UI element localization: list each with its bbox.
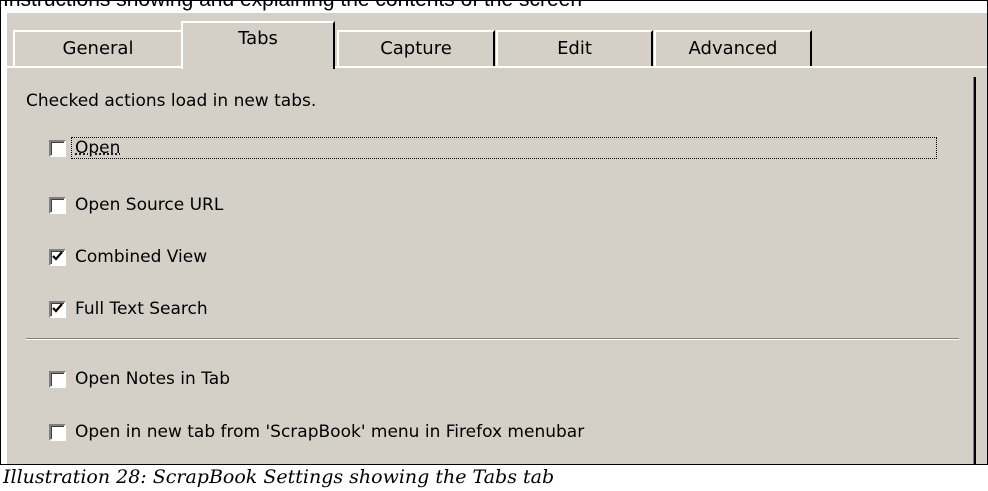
tab-edit[interactable]: Edit — [496, 30, 653, 66]
tab-strip: General Tabs Capture Edit Advanced — [7, 13, 987, 69]
tab-capture-label: Capture — [380, 38, 452, 59]
figure-frame: Instructions showing and explaining the … — [0, 0, 988, 465]
checkbox-full-text-search-box[interactable] — [49, 301, 66, 318]
checkbox-open-box[interactable] — [49, 140, 66, 157]
checkbox-full-text-search-label[interactable]: Full Text Search — [75, 299, 208, 319]
checkbox-open-source-url-label[interactable]: Open Source URL — [75, 195, 223, 215]
dialog-edge — [974, 77, 976, 464]
checkbox-combined-view-label[interactable]: Combined View — [75, 247, 207, 267]
check-mark-icon — [52, 251, 63, 261]
panel-description: Checked actions load in new tabs. — [26, 91, 317, 111]
checkbox-open-notes-in-tab-label[interactable]: Open Notes in Tab — [75, 369, 230, 389]
tab-general-label: General — [62, 38, 134, 59]
tab-capture[interactable]: Capture — [337, 30, 495, 66]
checkbox-open-label[interactable]: Open — [75, 138, 120, 158]
tab-general[interactable]: General — [13, 30, 183, 66]
tab-tabs[interactable]: Tabs — [181, 21, 335, 69]
checkbox-menubar-new-tab-box[interactable] — [49, 424, 66, 441]
tab-tabs-label: Tabs — [238, 28, 278, 49]
settings-dialog: General Tabs Capture Edit Advanced Check… — [7, 13, 987, 464]
tab-advanced[interactable]: Advanced — [654, 30, 812, 66]
tab-edit-label: Edit — [557, 38, 592, 59]
checkbox-combined-view-box[interactable] — [49, 249, 66, 266]
tab-advanced-label: Advanced — [688, 38, 778, 59]
clipped-heading: Instructions showing and explaining the … — [3, 1, 983, 13]
checkbox-open-source-url-box[interactable] — [49, 197, 66, 214]
focus-rectangle — [71, 137, 937, 159]
checkbox-open-notes-in-tab-box[interactable] — [49, 371, 66, 388]
tab-baseline — [7, 66, 987, 68]
check-mark-icon — [52, 303, 63, 313]
group-separator — [26, 338, 959, 340]
tabs-panel: Checked actions load in new tabs. Open O… — [7, 69, 975, 464]
checkbox-menubar-new-tab-label[interactable]: Open in new tab from 'ScrapBook' menu in… — [75, 422, 584, 442]
figure-caption: Illustration 28: ScrapBook Settings show… — [3, 466, 555, 488]
